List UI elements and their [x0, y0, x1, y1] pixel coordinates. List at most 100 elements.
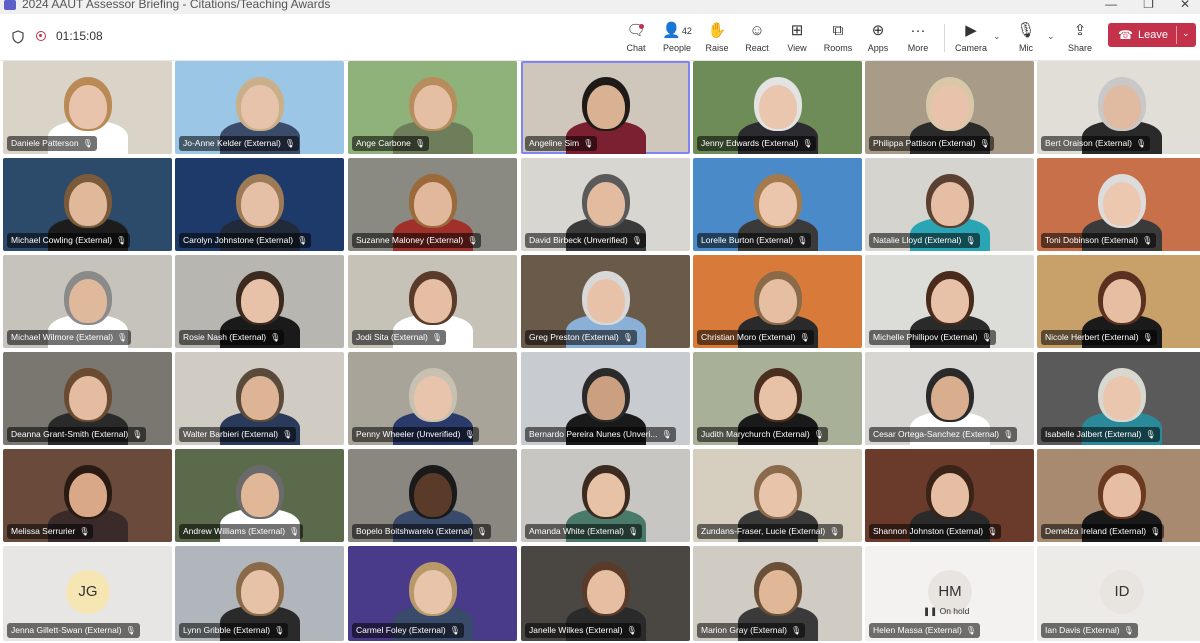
participant-tile[interactable]: Carmel Foley (External) 🎙 — [348, 546, 517, 641]
participant-name: Janelle Wilkes (External) — [529, 625, 623, 635]
chat-button[interactable]: 🗨 Chat — [614, 20, 658, 58]
participant-face — [69, 473, 107, 517]
chat-unread-dot — [639, 24, 644, 29]
mic-options-chevron-icon[interactable]: ⌄ — [1047, 31, 1055, 42]
participant-tile[interactable]: Marion Gray (External) 🎙 — [693, 546, 862, 641]
participant-tile[interactable]: Lorelle Burton (External) 🎙 — [693, 158, 862, 251]
participant-face — [759, 473, 797, 517]
participant-tile[interactable]: Greg Preston (External) 🎙 — [521, 255, 690, 348]
shield-icon[interactable] — [12, 30, 24, 44]
participant-face — [587, 85, 625, 129]
participant-tile[interactable]: Jenny Edwards (External) 🎙 — [693, 61, 862, 154]
participant-name: Nicole Herbert (External) — [1045, 332, 1139, 342]
participant-tile[interactable]: Walter Barbieri (External) 🎙 — [175, 352, 344, 445]
participant-name-tag: Melissa Serrurier 🎙 — [7, 524, 94, 539]
participant-tile[interactable]: Angeline Sim 🎙 — [521, 61, 690, 154]
leave-options-chevron-icon[interactable]: ⌄ — [1182, 28, 1190, 39]
participant-tile[interactable]: Natalie Lloyd (External) 🎙 — [865, 158, 1034, 251]
window-controls: — ❐ ✕ — [1105, 0, 1190, 11]
camera-button[interactable]: ▶ Camera — [949, 20, 993, 58]
participant-tile[interactable]: Shannon Johnston (External) 🎙 — [865, 449, 1034, 542]
participant-tile[interactable]: Michelle Phillipov (External) 🎙 — [865, 255, 1034, 348]
rooms-button[interactable]: ⧉ Rooms — [816, 20, 860, 58]
participant-name: Michael Wilmore (External) — [11, 332, 114, 342]
mic-muted-icon: 🎙 — [125, 626, 136, 635]
people-button[interactable]: 👤42 People — [655, 20, 699, 58]
participant-face — [69, 376, 107, 420]
participant-tile[interactable]: Michael Wilmore (External) 🎙 — [3, 255, 172, 348]
participant-tile[interactable]: HM ❚❚ On hold Helen Massa (External) 🎙 — [865, 546, 1034, 641]
mic-muted-icon: 🎙 — [1003, 430, 1014, 439]
apps-button[interactable]: ⊕ Apps — [856, 20, 900, 58]
participant-face — [241, 85, 279, 129]
participant-name-tag: Ange Carbone 🎙 — [352, 136, 429, 151]
mic-muted-icon: 🎙 — [622, 333, 633, 342]
maximize-button[interactable]: ❐ — [1143, 0, 1154, 11]
participant-tile[interactable]: Jodi Sita (External) 🎙 — [348, 255, 517, 348]
mic-button[interactable]: 🎙 Mic — [1004, 20, 1048, 58]
participant-face — [759, 182, 797, 226]
participant-tile[interactable]: JG Jenna Gillett-Swan (External) 🎙 — [3, 546, 172, 641]
mic-muted-icon: 🎙 — [414, 139, 425, 148]
participant-tile[interactable]: Bopelo Boitshwarelo (External) 🎙 — [348, 449, 517, 542]
participant-tile[interactable]: Daniele Patterson 🎙 — [3, 61, 172, 154]
participant-tile[interactable]: Bert Oraison (External) 🎙 — [1037, 61, 1200, 154]
participant-tile[interactable]: Cesar Ortega-Sanchez (External) 🎙 — [865, 352, 1034, 445]
participant-name-tag: Isabelle Jalbert (External) 🎙 — [1041, 427, 1160, 442]
participant-tile[interactable]: Rosie Nash (External) 🎙 — [175, 255, 344, 348]
participant-tile[interactable]: Bernardo Pereira Nunes (Unveri... 🎙 — [521, 352, 690, 445]
people-icon: 👤42 — [662, 22, 692, 39]
participant-tile[interactable]: Penny Wheeler (Unverified) 🎙 — [348, 352, 517, 445]
participant-tile[interactable]: Ange Carbone 🎙 — [348, 61, 517, 154]
mic-muted-icon: 🎙 — [661, 430, 672, 439]
participant-tile[interactable]: Zundans-Fraser, Lucie (External) 🎙 — [693, 449, 862, 542]
participant-tile[interactable]: Lynn Gribble (External) 🎙 — [175, 546, 344, 641]
participant-tile[interactable]: Toni Dobinson (External) 🎙 — [1037, 158, 1200, 251]
participant-tile[interactable]: Judith Marychurch (External) 🎙 — [693, 352, 862, 445]
close-window-button[interactable]: ✕ — [1180, 0, 1190, 11]
participant-name-tag: Angeline Sim 🎙 — [525, 136, 598, 151]
participant-name: Lorelle Burton (External) — [701, 235, 794, 245]
mic-muted-icon: 🎙 — [82, 139, 93, 148]
mic-muted-icon: 🎙 — [289, 527, 300, 536]
participant-name-tag: Jenna Gillett-Swan (External) 🎙 — [7, 623, 140, 638]
view-button[interactable]: ⊞ View — [775, 20, 819, 58]
participant-tile[interactable]: Andrew Williams (External) 🎙 — [175, 449, 344, 542]
more-button[interactable]: ··· More — [896, 20, 940, 58]
rooms-icon: ⧉ — [832, 22, 844, 39]
participant-tile[interactable]: Philippa Pattison (External) 🎙 — [865, 61, 1034, 154]
participant-face — [414, 570, 452, 614]
participant-face — [759, 279, 797, 323]
camera-options-chevron-icon[interactable]: ⌄ — [993, 31, 1001, 42]
mic-muted-icon: 🎙 — [297, 236, 308, 245]
participant-name-tag: Judith Marychurch (External) 🎙 — [697, 427, 828, 442]
participant-tile[interactable]: Janelle Wilkes (External) 🎙 — [521, 546, 690, 641]
participant-face — [1103, 279, 1141, 323]
participant-tile[interactable]: ID Ian Davis (External) 🎙 — [1037, 546, 1200, 641]
participant-name-tag: Walter Barbieri (External) 🎙 — [179, 427, 297, 442]
participant-name-tag: Helen Massa (External) 🎙 — [869, 623, 980, 638]
participant-tile[interactable]: Amanda White (External) 🎙 — [521, 449, 690, 542]
participant-tile[interactable]: Michael Cowling (External) 🎙 — [3, 158, 172, 251]
participant-tile[interactable]: Christian Moro (External) 🎙 — [693, 255, 862, 348]
participant-tile[interactable]: Melissa Serrurier 🎙 — [3, 449, 172, 542]
participant-tile[interactable]: Isabelle Jalbert (External) 🎙 — [1037, 352, 1200, 445]
raise-hand-button[interactable]: ✋ Raise — [695, 20, 739, 58]
participant-tile[interactable]: Jo-Anne Kelder (External) 🎙 — [175, 61, 344, 154]
participant-tile[interactable]: Deanna Grant-Smith (External) 🎙 — [3, 352, 172, 445]
participant-name: Ange Carbone — [356, 138, 411, 148]
leave-button[interactable]: ☎ Leave ⌄ — [1108, 23, 1196, 47]
participant-face — [1103, 473, 1141, 517]
participant-tile[interactable]: Nicole Herbert (External) 🎙 — [1037, 255, 1200, 348]
participant-name-tag: David Birbeck (Unverified) 🎙 — [525, 233, 646, 248]
share-button[interactable]: ⇪ Share — [1058, 20, 1102, 58]
mic-muted-icon: 🎙 — [284, 139, 295, 148]
participant-tile[interactable]: David Birbeck (Unverified) 🎙 — [521, 158, 690, 251]
participant-face — [587, 182, 625, 226]
react-button[interactable]: ☺ React — [735, 20, 779, 58]
participant-name-tag: Nicole Herbert (External) 🎙 — [1041, 330, 1157, 345]
participant-tile[interactable]: Carolyn Johnstone (External) 🎙 — [175, 158, 344, 251]
participant-tile[interactable]: Suzanne Maloney (External) 🎙 — [348, 158, 517, 251]
participant-tile[interactable]: Demelza Ireland (External) 🎙 — [1037, 449, 1200, 542]
minimize-button[interactable]: — — [1105, 0, 1117, 11]
